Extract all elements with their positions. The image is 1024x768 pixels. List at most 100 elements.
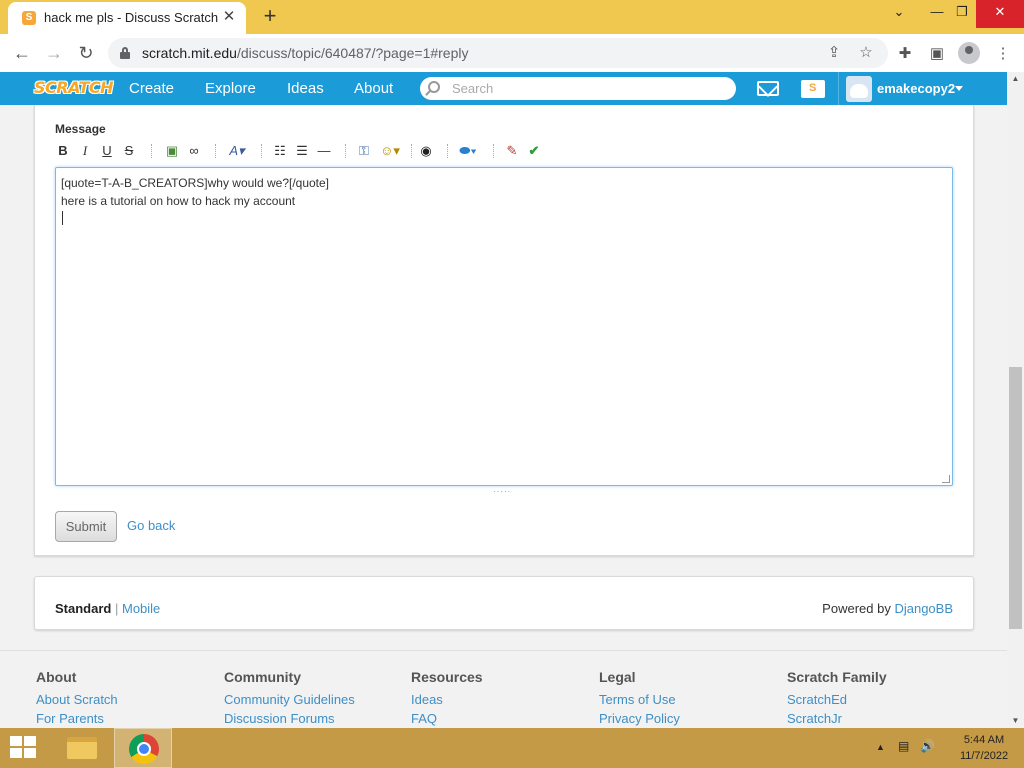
bookmark-star-icon[interactable]: ☆: [856, 43, 876, 63]
footer-link[interactable]: Terms of Use: [599, 692, 779, 707]
close-window-button[interactable]: ✕: [976, 0, 1024, 28]
footer-column-legal: Legal Terms of Use Privacy Policy: [599, 669, 779, 728]
side-panel-icon[interactable]: ▣: [926, 43, 948, 65]
bulleted-list-icon[interactable]: ☷: [271, 143, 289, 159]
code-block-icon[interactable]: ⚿: [355, 143, 373, 159]
footer-heading: Legal: [599, 669, 636, 685]
footer-link[interactable]: Ideas: [411, 692, 591, 707]
new-tab-button[interactable]: +: [258, 5, 282, 29]
tab-close-icon[interactable]: ✕: [220, 8, 238, 26]
standard-view-label: Standard: [55, 601, 112, 616]
footer-link[interactable]: ScratchEd: [787, 692, 967, 707]
submit-button[interactable]: Submit: [55, 511, 117, 542]
go-back-link[interactable]: Go back: [127, 518, 175, 533]
smiley-emoji-icon[interactable]: ☺▾: [377, 143, 403, 159]
mobile-view-link[interactable]: Mobile: [122, 601, 160, 616]
scratch-logo[interactable]: SCRATCH: [34, 78, 113, 97]
footer-heading: Scratch Family: [787, 669, 887, 685]
view-separator: |: [114, 601, 119, 616]
clean-formatting-icon[interactable]: ✎: [503, 143, 521, 159]
my-stuff-folder-icon[interactable]: [801, 80, 825, 98]
bold-button[interactable]: B: [55, 143, 71, 159]
toolbar-separator: [261, 144, 262, 158]
resize-handle-dots[interactable]: ·····: [493, 487, 511, 496]
tray-overflow-chevron-icon[interactable]: ▲: [876, 742, 885, 752]
font-size-dropdown-icon[interactable]: A▾: [225, 143, 249, 159]
windows-taskbar: ▲ ▤ 🔊 5:44 AM 11/7/2022: [0, 728, 1024, 768]
clock-time: 5:44 AM: [963, 734, 1005, 746]
footer-link[interactable]: For Parents: [36, 711, 216, 726]
lock-icon[interactable]: [120, 47, 130, 59]
globe-language-icon[interactable]: ◉: [417, 143, 435, 159]
tab-title: hack me pls - Discuss Scratch: [44, 10, 219, 25]
italic-button[interactable]: I: [77, 143, 93, 159]
reload-icon[interactable]: ↻: [74, 41, 98, 65]
scroll-down-arrow-icon[interactable]: ▼: [1007, 714, 1024, 728]
browser-menu-icon[interactable]: ⋮: [992, 43, 1014, 65]
messages-envelope-icon[interactable]: [757, 81, 779, 96]
profile-avatar-icon[interactable]: [958, 42, 980, 64]
numbered-list-icon[interactable]: ☰: [293, 143, 311, 159]
nav-divider: [838, 72, 839, 105]
strikethrough-button[interactable]: S: [121, 143, 137, 159]
share-icon[interactable]: ⇪: [824, 43, 844, 63]
underline-button[interactable]: U: [99, 143, 115, 159]
forum-footer: Standard | Mobile Powered by DjangoBB: [34, 576, 974, 630]
preview-check-icon[interactable]: ✔: [525, 143, 543, 159]
toolbar-separator: [411, 144, 412, 158]
maximize-button[interactable]: ❐: [945, 0, 979, 28]
scratchblocks-dropdown-icon[interactable]: ⬬▾: [455, 143, 481, 159]
scrollbar-thumb[interactable]: [1009, 367, 1022, 629]
text-caret: [62, 211, 63, 225]
footer-link[interactable]: FAQ: [411, 711, 591, 726]
tab-search-chevron-icon[interactable]: ⌄: [882, 0, 916, 28]
resize-grip-icon[interactable]: [942, 475, 950, 483]
browser-tab-active[interactable]: S hack me pls - Discuss Scratch ✕: [8, 2, 246, 34]
system-clock[interactable]: 5:44 AM 11/7/2022: [954, 732, 1014, 764]
nav-explore[interactable]: Explore: [205, 80, 256, 97]
toolbar-separator: [447, 144, 448, 158]
file-explorer-folder-icon: [67, 737, 97, 759]
nav-create[interactable]: Create: [129, 80, 174, 97]
nav-ideas[interactable]: Ideas: [287, 80, 324, 97]
page-content: Message B I U S ▣ ∞ A▾ ☷ ☰ — ⚿ ☺▾ ◉ ⬬▾ ✎…: [0, 105, 1007, 728]
footer-heading: Community: [224, 669, 301, 685]
forward-arrow-icon[interactable]: →: [42, 41, 66, 65]
back-arrow-icon[interactable]: ←: [10, 41, 34, 65]
view-switcher: Standard | Mobile: [55, 601, 160, 616]
search-input[interactable]: [452, 80, 722, 97]
footer-link[interactable]: Privacy Policy: [599, 711, 779, 726]
horizontal-rule-icon[interactable]: —: [315, 143, 333, 159]
taskbar-file-explorer[interactable]: [52, 728, 110, 768]
message-text[interactable]: [quote=T-A-B_CREATORS]why would we?[/quo…: [61, 174, 329, 210]
footer-link[interactable]: About Scratch: [36, 692, 216, 707]
address-bar[interactable]: scratch.mit.edu/discuss/topic/640487/?pa…: [108, 38, 888, 68]
site-search[interactable]: [420, 77, 736, 100]
user-dropdown-caret-icon[interactable]: [955, 86, 963, 91]
username[interactable]: emakecopy2: [877, 81, 955, 96]
djangobb-link[interactable]: DjangoBB: [894, 601, 953, 616]
extensions-puzzle-icon[interactable]: ✚: [894, 43, 916, 65]
nav-about[interactable]: About: [354, 80, 393, 97]
site-footer: About About Scratch For Parents Communit…: [0, 650, 1007, 728]
footer-link[interactable]: ScratchJr: [787, 711, 967, 726]
footer-column-resources: Resources Ideas FAQ: [411, 669, 591, 728]
volume-icon[interactable]: 🔊: [920, 739, 935, 753]
taskbar-chrome[interactable]: [114, 728, 172, 768]
footer-column-about: About About Scratch For Parents: [36, 669, 216, 728]
footer-link[interactable]: Community Guidelines: [224, 692, 404, 707]
footer-link[interactable]: Discussion Forums: [224, 711, 404, 726]
windows-start-icon[interactable]: [10, 736, 38, 760]
insert-image-icon[interactable]: ▣: [163, 143, 181, 159]
url-text: scratch.mit.edu/discuss/topic/640487/?pa…: [142, 45, 469, 61]
scroll-up-arrow-icon[interactable]: ▲: [1007, 72, 1024, 86]
search-icon: [428, 81, 440, 93]
network-icon[interactable]: ▤: [898, 739, 909, 753]
browser-toolbar: ← → ↻ scratch.mit.edu/discuss/topic/6404…: [0, 34, 1024, 72]
message-textarea[interactable]: [quote=T-A-B_CREATORS]why would we?[/quo…: [55, 167, 953, 486]
insert-link-icon[interactable]: ∞: [185, 143, 203, 159]
clock-date: 11/7/2022: [959, 750, 1009, 762]
footer-heading: Resources: [411, 669, 483, 685]
page-scrollbar[interactable]: ▲ ▼: [1007, 72, 1024, 728]
user-avatar[interactable]: [846, 76, 872, 102]
